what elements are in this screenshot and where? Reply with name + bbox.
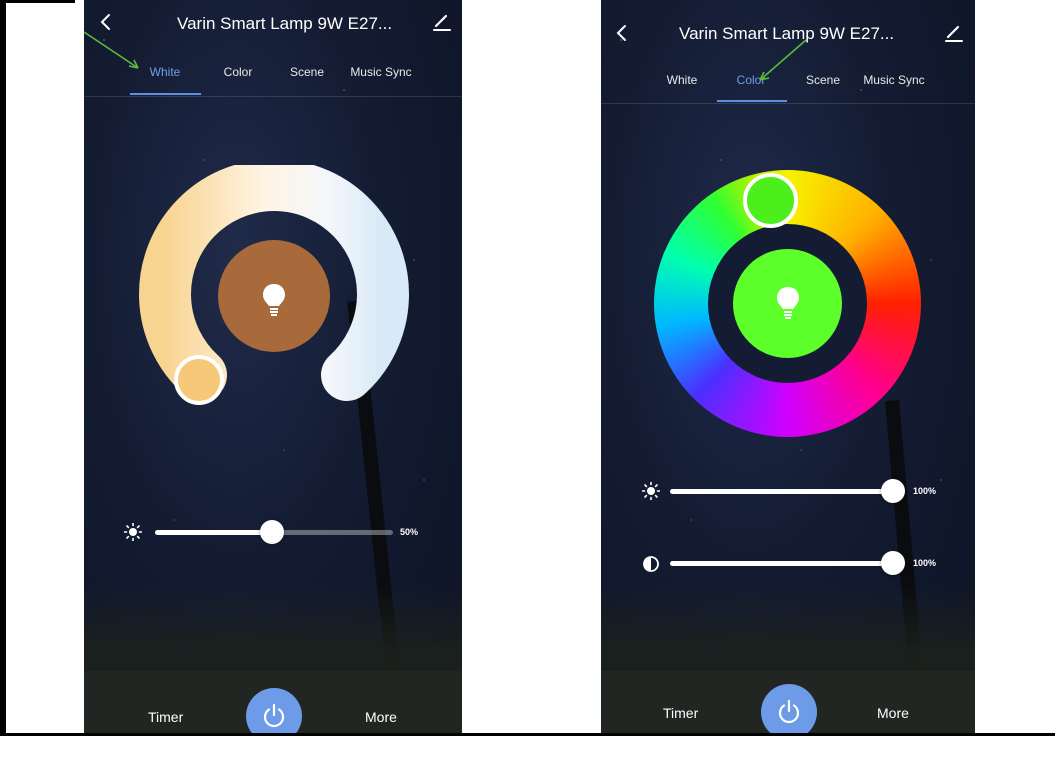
color-picker-knob[interactable]: [743, 173, 798, 228]
timer-button[interactable]: Timer: [148, 709, 183, 725]
saturation-slider-knob[interactable]: [881, 551, 905, 575]
brightness-value: 50%: [400, 527, 419, 537]
power-button[interactable]: [761, 684, 817, 733]
bulb-icon: [263, 284, 285, 316]
brightness-slider-knob[interactable]: [881, 479, 905, 503]
tab-scene[interactable]: Scene: [803, 73, 843, 87]
phone-screen-color: Varin Smart Lamp 9W E27... White Color S…: [601, 0, 975, 733]
brightness-track-fill: [155, 530, 274, 535]
phone-screen-white: Varin Smart Lamp 9W E27... White Color S…: [84, 0, 462, 733]
page-title: Varin Smart Lamp 9W E27...: [177, 14, 393, 33]
tabs-divider: [601, 103, 975, 104]
saturation-track-fill: [670, 561, 892, 566]
temperature-picker-knob[interactable]: [174, 355, 224, 405]
saturation-value: 100%: [913, 558, 937, 568]
active-tab-indicator: [130, 93, 201, 95]
more-button[interactable]: More: [877, 705, 909, 721]
brightness-track-fill: [670, 489, 892, 494]
sun-icon: [642, 482, 660, 500]
tabs-divider: [84, 96, 462, 97]
active-tab-indicator: [717, 100, 787, 102]
frame-border: [0, 0, 75, 3]
tab-color[interactable]: Color: [218, 65, 258, 79]
bulb-icon: [777, 287, 799, 319]
tab-scene[interactable]: Scene: [287, 65, 327, 79]
frame-border: [0, 733, 1055, 736]
brightness-slider-knob[interactable]: [260, 520, 284, 544]
tab-white[interactable]: White: [662, 73, 702, 87]
tab-music-sync[interactable]: Music Sync: [857, 73, 931, 87]
brightness-value: 100%: [913, 486, 937, 496]
power-icon: [778, 699, 800, 724]
tab-white[interactable]: White: [144, 65, 186, 79]
page-title: Varin Smart Lamp 9W E27...: [679, 24, 895, 43]
tab-music-sync[interactable]: Music Sync: [346, 65, 416, 79]
power-icon: [263, 703, 285, 728]
frame-border: [0, 0, 6, 736]
back-arrow-icon[interactable]: [612, 23, 632, 43]
tab-color[interactable]: Color: [731, 73, 771, 87]
timer-button[interactable]: Timer: [663, 705, 698, 721]
edit-pencil-icon[interactable]: [432, 12, 452, 32]
edit-pencil-icon[interactable]: [944, 23, 964, 43]
more-button[interactable]: More: [365, 709, 397, 725]
contrast-icon: [643, 556, 659, 572]
back-arrow-icon[interactable]: [96, 12, 116, 32]
sun-icon: [124, 523, 142, 541]
